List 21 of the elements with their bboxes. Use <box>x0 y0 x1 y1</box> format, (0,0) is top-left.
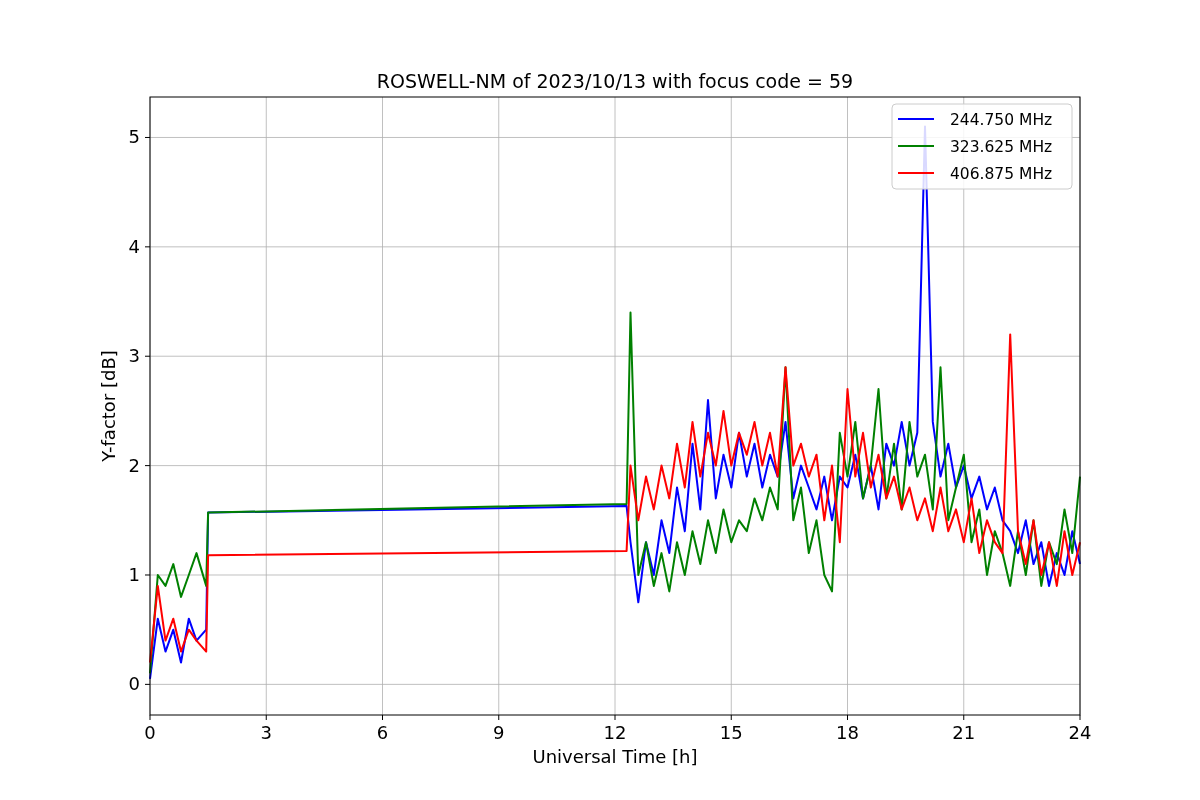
legend-label: 406.875 MHz <box>950 165 1053 183</box>
tick-label: 9 <box>493 722 505 743</box>
legend-label: 323.625 MHz <box>950 138 1053 156</box>
tick-label: 1 <box>128 564 140 585</box>
x-axis-label: Universal Time [h] <box>532 746 698 767</box>
tick-label: 3 <box>260 722 272 743</box>
tick-label: 3 <box>128 345 140 367</box>
y-axis-label: Y-factor [dB] <box>98 350 119 462</box>
tick-label: 0 <box>144 722 156 743</box>
tick-label: 24 <box>1068 722 1092 743</box>
tick-label: 0 <box>128 673 140 695</box>
tick-label: 4 <box>128 235 140 257</box>
tick-label: 5 <box>128 126 140 148</box>
chart-title: ROSWELL-NM of 2023/10/13 with focus code = 59 <box>376 70 854 92</box>
tick-label: 12 <box>603 722 627 743</box>
tick-label: 6 <box>376 722 389 743</box>
tick-label: 18 <box>836 722 859 743</box>
tick-label: 21 <box>952 722 976 743</box>
legend-label: 244.750 MHz <box>950 111 1053 129</box>
tick-label: 2 <box>128 454 140 476</box>
tick-label: 15 <box>719 722 743 743</box>
